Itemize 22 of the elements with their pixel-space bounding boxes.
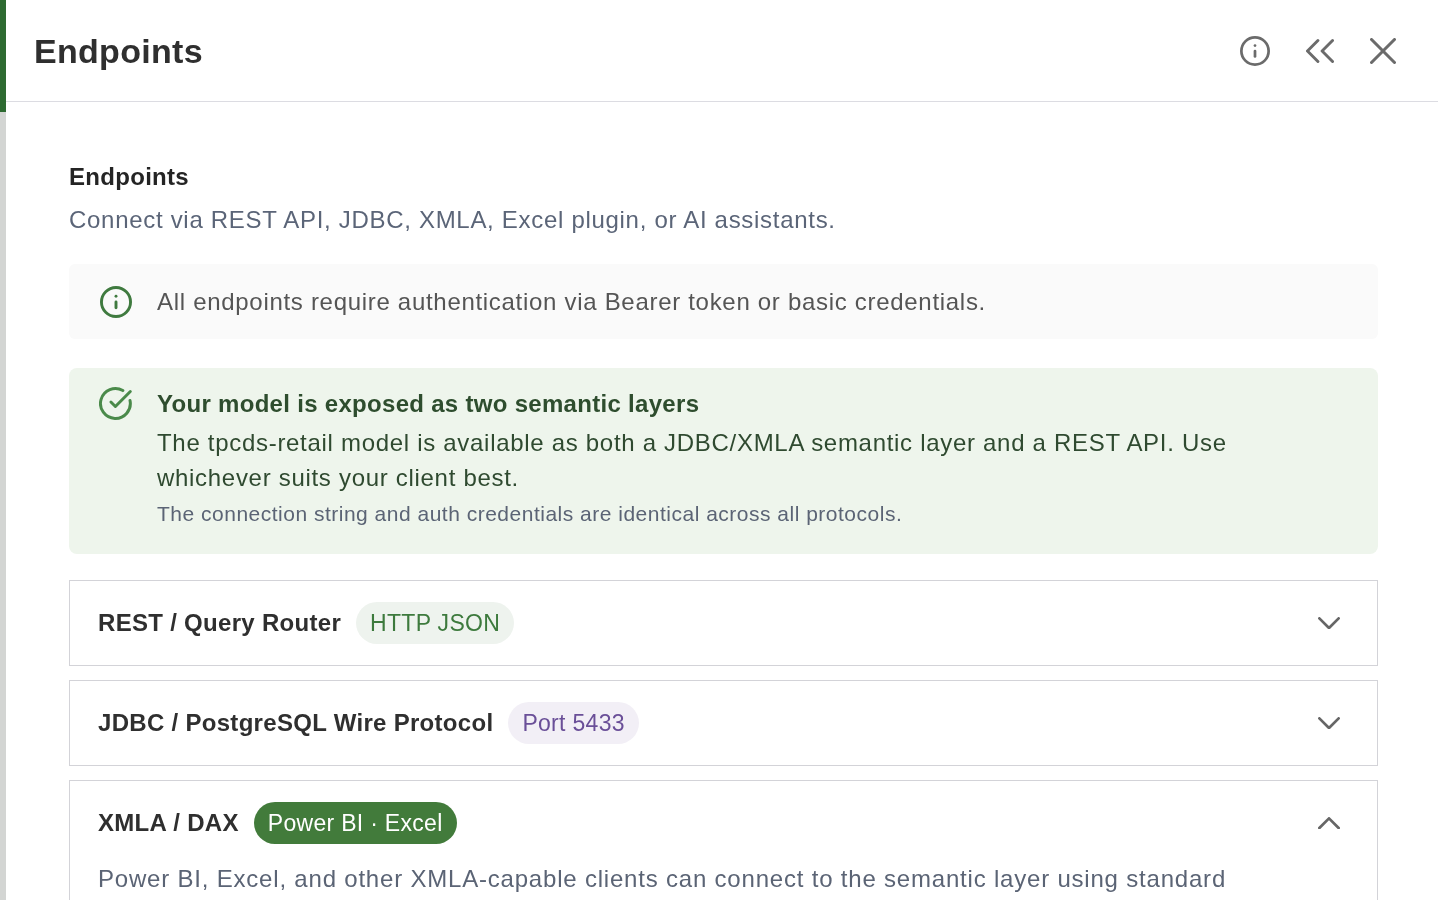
panel-title: Endpoints bbox=[34, 30, 203, 72]
section-subtitle: Connect via REST API, JDBC, XMLA, Excel plugin, or AI assistants. bbox=[69, 205, 837, 235]
endpoint-title[interactable]: XMLA / DAX bbox=[98, 809, 239, 837]
section-title: Endpoints bbox=[69, 163, 191, 191]
double-chevron-left-icon[interactable] bbox=[1306, 38, 1334, 63]
info-icon[interactable] bbox=[1240, 35, 1270, 66]
chevron-up-icon[interactable] bbox=[1318, 816, 1340, 830]
close-icon[interactable] bbox=[1370, 37, 1396, 64]
protocol-badge: Port 5433 bbox=[508, 702, 639, 744]
check-circle-icon bbox=[99, 387, 133, 420]
notice-text: All endpoints require authentication via Bearer token or basic credentials. bbox=[157, 286, 986, 317]
callout-body: The tpcds-retail model is available as both a JDBC/XMLA semantic layer and a REST API. Use whichever suits your client best. bbox=[157, 428, 1228, 493]
chevron-down-icon[interactable] bbox=[1318, 616, 1340, 630]
protocol-badge: HTTP JSON bbox=[356, 602, 515, 644]
chevron-down-icon[interactable] bbox=[1318, 716, 1340, 730]
protocol-badge: Power BI · Excel bbox=[253, 802, 457, 844]
callout-title: Your model is exposed as two semantic layers bbox=[157, 390, 701, 418]
callout-note: The connection string and auth credentials are identical across all protocols. bbox=[157, 502, 904, 526]
endpoint-title[interactable]: REST / Query Router bbox=[98, 609, 342, 637]
info-icon bbox=[100, 285, 132, 318]
endpoint-description: Power BI, Excel, and other XMLA-capable clients can connect to the semantic layer using standard bbox=[97, 865, 1228, 894]
endpoint-title[interactable]: JDBC / PostgreSQL Wire Protocol bbox=[98, 709, 494, 737]
